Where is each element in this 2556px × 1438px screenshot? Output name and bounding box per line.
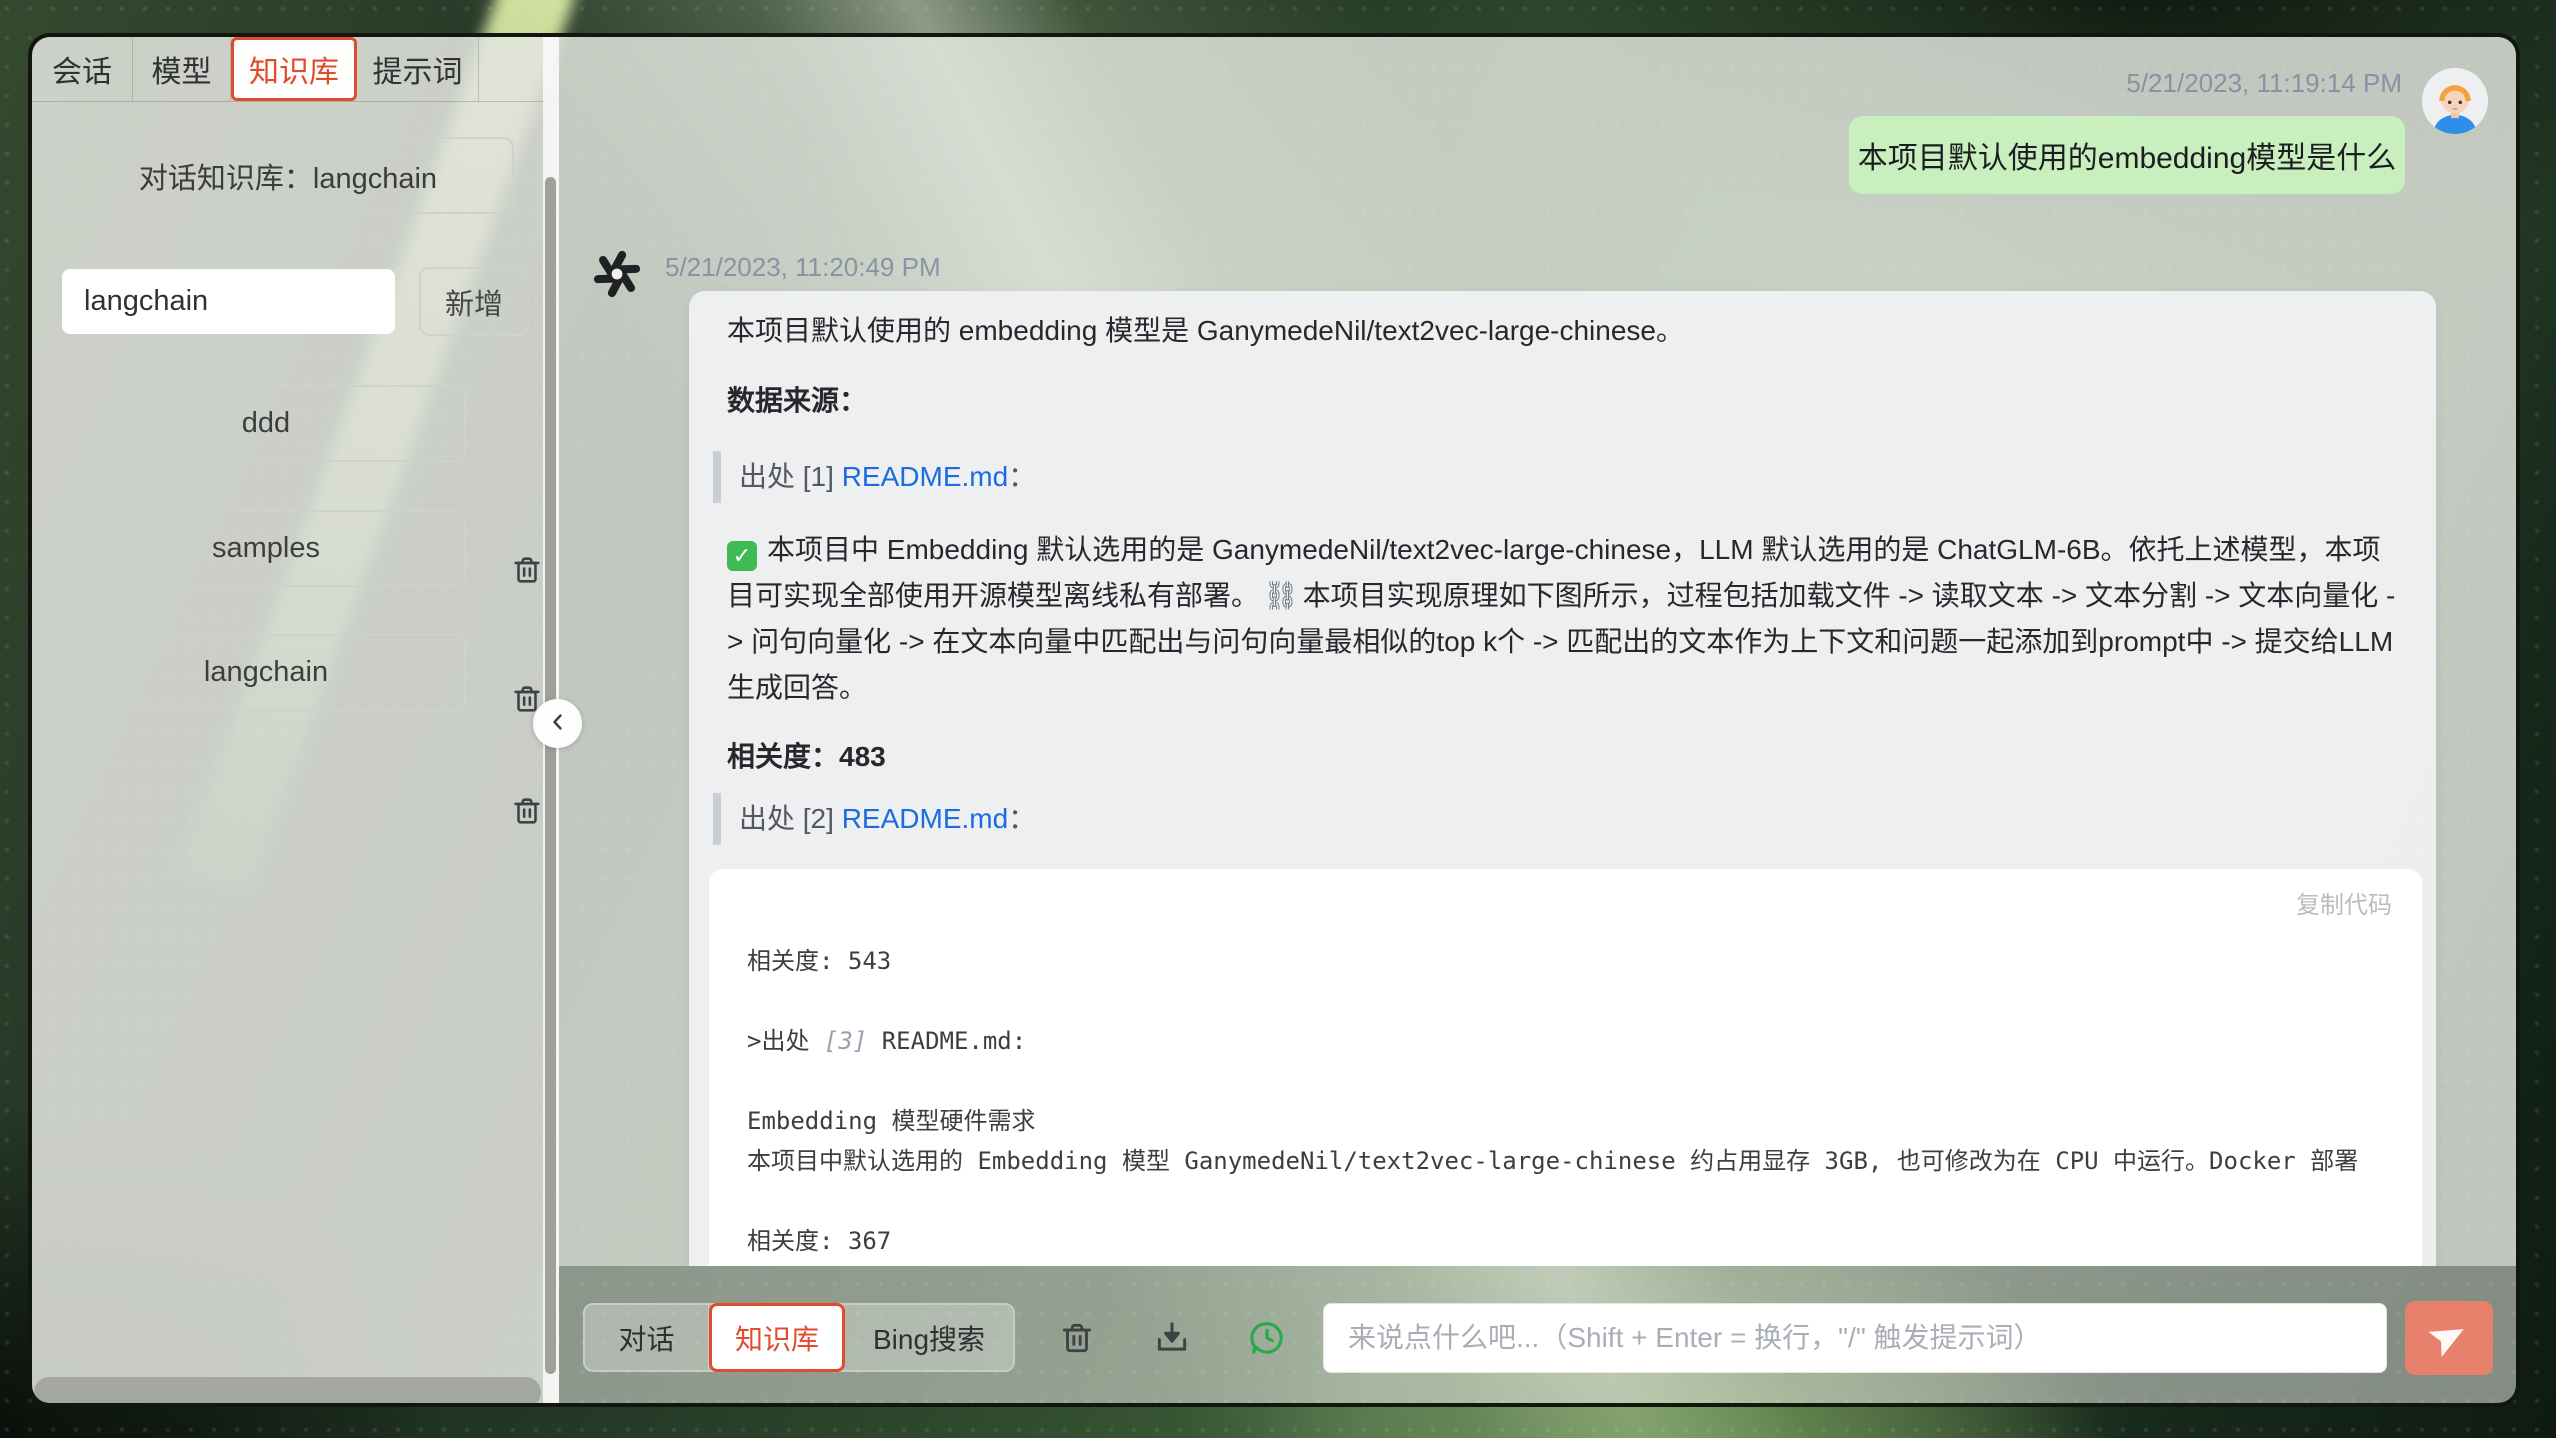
code-block: 复制代码 相关度: 543 >出处 [3] README.md: Embeddi… xyxy=(709,869,2422,1266)
readme-link-2[interactable]: README.md xyxy=(842,803,1008,834)
send-plane-icon xyxy=(2429,1317,2469,1360)
mode-knowledge-base[interactable]: 知识库 xyxy=(709,1303,845,1372)
history-button[interactable] xyxy=(1247,1318,1287,1360)
mode-dialogue[interactable]: 对话 xyxy=(585,1305,709,1370)
assistant-answer-paragraph: ✓本项目中 Embedding 默认选用的是 GanymedeNil/text2… xyxy=(727,527,2399,711)
kb-list-item-samples[interactable]: samples xyxy=(66,510,466,587)
code-line-blank xyxy=(747,1181,2392,1221)
collapse-sidebar-button[interactable] xyxy=(533,699,582,748)
user-message-bubble: 本项目默认使用的embedding模型是什么 xyxy=(1849,116,2405,194)
code-line-blank xyxy=(747,981,2392,1021)
tab-prompts[interactable]: 提示词 xyxy=(357,37,479,101)
download-icon xyxy=(1153,1346,1191,1361)
user-message-timestamp: 5/21/2023, 11:19:14 PM xyxy=(2126,68,2402,99)
data-source-heading: 数据来源： xyxy=(727,379,867,419)
mode-bing-search[interactable]: Bing搜索 xyxy=(845,1305,1013,1370)
chat-mode-switch: 对话 知识库 Bing搜索 xyxy=(583,1303,1015,1372)
kb-name-input[interactable] xyxy=(62,269,395,334)
check-emoji: ✓ xyxy=(727,541,757,571)
code-line-3-post: README.md: xyxy=(867,1027,1026,1055)
chevron-left-icon xyxy=(546,710,570,737)
assistant-message-bubble: 本项目默认使用的 embedding 模型是 GanymedeNil/text2… xyxy=(689,291,2436,1266)
code-line: Embedding 模型硬件需求 xyxy=(747,1101,2392,1141)
code-content: 相关度: 543 >出处 [3] README.md: Embedding 模型… xyxy=(747,941,2392,1261)
chat-message-area: 5/21/2023, 11:19:14 PM 本项目默认使用的embedding… xyxy=(559,37,2520,1266)
export-chat-button[interactable] xyxy=(1152,1318,1192,1360)
bottom-toolbar: 对话 知识库 Bing搜索 xyxy=(559,1266,2520,1407)
chain-emoji: ⛓ xyxy=(1259,580,1303,611)
add-kb-button[interactable]: 新增 xyxy=(419,267,529,336)
assistant-message-timestamp: 5/21/2023, 11:20:49 PM xyxy=(665,252,941,283)
openai-logo-icon xyxy=(590,247,644,301)
kb-list-item-ddd[interactable]: ddd xyxy=(66,385,466,462)
readme-link-1[interactable]: README.md xyxy=(842,461,1008,492)
active-knowledge-base-label: 对话知识库：langchain xyxy=(62,137,514,214)
relevance-score-1: 相关度：483 xyxy=(727,735,886,775)
sidebar-horizontal-scrollbar-thumb[interactable] xyxy=(34,1377,541,1407)
kb-list-item-langchain[interactable]: langchain xyxy=(66,634,466,711)
code-line-3-pre: >出处 xyxy=(747,1027,824,1055)
code-line-blank xyxy=(747,1061,2392,1101)
trash-icon xyxy=(510,817,544,832)
trash-icon xyxy=(510,576,544,591)
trash-icon xyxy=(1058,1346,1096,1361)
code-line-3-ref: [3] xyxy=(824,1027,867,1055)
sidebar-tabbar: 会话 模型 知识库 提示词 xyxy=(32,37,559,102)
history-clock-icon xyxy=(1247,1346,1287,1361)
user-avatar xyxy=(2422,68,2488,134)
clear-history-button[interactable] xyxy=(1057,1318,1097,1360)
source-2-suffix: ： xyxy=(1008,803,1036,834)
code-line: >出处 [3] README.md: xyxy=(747,1021,2392,1061)
tab-model[interactable]: 模型 xyxy=(133,37,231,101)
copy-code-button[interactable]: 复制代码 xyxy=(2296,885,2392,920)
tab-conversation[interactable]: 会话 xyxy=(32,37,133,101)
source-quote-2: 出处 [2] README.md： xyxy=(713,793,1036,845)
source-1-suffix: ： xyxy=(1008,461,1036,492)
app-window: 会话 模型 知识库 提示词 对话知识库：langchain 新增 ddd sam… xyxy=(28,33,2520,1407)
delete-kb-unnamed-button[interactable] xyxy=(510,793,544,829)
source-2-prefix: 出处 [2] xyxy=(739,803,842,834)
code-line: 本项目中默认选用的 Embedding 模型 GanymedeNil/text2… xyxy=(747,1141,2392,1181)
code-line: 相关度: 367 xyxy=(747,1221,2392,1261)
sidebar: 会话 模型 知识库 提示词 对话知识库：langchain 新增 ddd sam… xyxy=(32,37,559,1403)
message-input[interactable] xyxy=(1323,1303,2387,1373)
code-line: 相关度: 543 xyxy=(747,941,2392,981)
send-button[interactable] xyxy=(2405,1301,2493,1375)
source-1-prefix: 出处 [1] xyxy=(739,461,842,492)
tab-knowledge-base[interactable]: 知识库 xyxy=(231,37,357,101)
delete-kb-samples-button[interactable] xyxy=(510,552,544,588)
assistant-intro-text: 本项目默认使用的 embedding 模型是 GanymedeNil/text2… xyxy=(727,309,1684,349)
sidebar-vertical-scrollbar-thumb[interactable] xyxy=(545,177,556,1374)
source-quote-1: 出处 [1] README.md： xyxy=(713,451,1036,503)
